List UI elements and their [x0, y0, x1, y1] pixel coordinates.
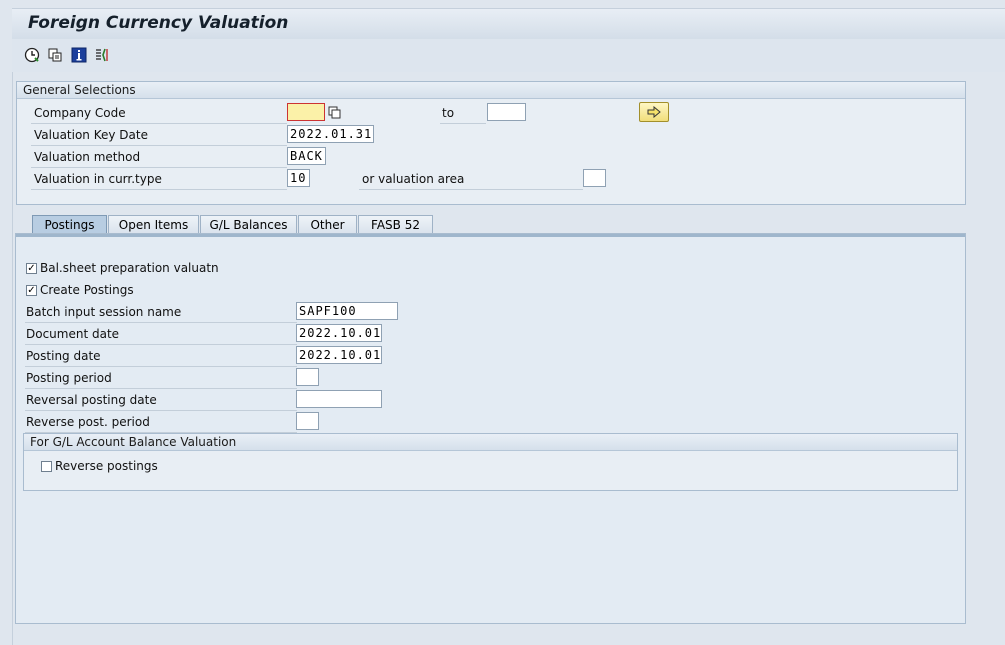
- execute-icon[interactable]: [24, 47, 40, 63]
- gl-balance-valuation-group: For G/L Account Balance Valuation Revers…: [23, 433, 958, 491]
- posting-period-input[interactable]: [296, 368, 319, 386]
- valuation-area-input[interactable]: [583, 169, 606, 187]
- group-title: For G/L Account Balance Valuation: [24, 434, 957, 451]
- valuation-method-label: Valuation method: [34, 150, 141, 164]
- tab-other[interactable]: Other: [298, 215, 357, 234]
- get-variant-icon[interactable]: [94, 47, 110, 63]
- company-code-to-input[interactable]: [487, 103, 526, 121]
- info-icon[interactable]: [71, 47, 87, 63]
- valuation-method-input[interactable]: BACK: [287, 147, 326, 165]
- tab-label: Other: [310, 218, 345, 232]
- posting-date-label: Posting date: [26, 349, 101, 363]
- create-postings-checkbox[interactable]: ✓: [26, 285, 37, 296]
- application-toolbar: [12, 39, 1005, 73]
- document-date-input[interactable]: 2022.10.01: [296, 324, 382, 342]
- to-label: to: [442, 106, 455, 120]
- valuation-area-label: or valuation area: [362, 172, 465, 186]
- posting-period-label: Posting period: [26, 371, 112, 385]
- valuation-curr-type-input[interactable]: 10: [287, 169, 310, 187]
- reverse-postings-label: Reverse postings: [55, 459, 158, 473]
- document-date-label: Document date: [26, 327, 120, 341]
- tab-label: Open Items: [118, 218, 189, 232]
- reverse-postings-checkbox[interactable]: [41, 461, 52, 472]
- reversal-posting-date-input[interactable]: [296, 390, 382, 408]
- tab-postings[interactable]: Postings: [32, 215, 107, 234]
- company-code-label: Company Code: [34, 106, 126, 120]
- posting-date-input[interactable]: 2022.10.01: [296, 346, 382, 364]
- batch-session-label: Batch input session name: [26, 305, 182, 319]
- page-title: Foreign Currency Valuation: [28, 13, 289, 33]
- tab-panel-top-border: [16, 234, 965, 237]
- valuation-key-date-label: Valuation Key Date: [34, 128, 148, 142]
- create-postings-label: Create Postings: [40, 283, 134, 297]
- tab-label: Postings: [44, 218, 95, 232]
- postings-tab-panel: ✓ Bal.sheet preparation valuatn ✓ Create…: [15, 233, 966, 624]
- reverse-post-period-input[interactable]: [296, 412, 319, 430]
- reverse-post-period-label: Reverse post. period: [26, 415, 150, 429]
- tab-label: FASB 52: [371, 218, 420, 232]
- tab-gl-balances[interactable]: G/L Balances: [200, 215, 297, 234]
- valuation-curr-type-label: Valuation in curr.type: [34, 172, 162, 186]
- batch-session-input[interactable]: SAPF100: [296, 302, 398, 320]
- multiple-selection-icon[interactable]: [328, 106, 341, 119]
- arrow-right-icon: [647, 106, 661, 118]
- general-selections-group: General Selections Company Code to Valua…: [16, 81, 966, 205]
- tab-label: G/L Balances: [209, 218, 288, 232]
- title-bar: Foreign Currency Valuation: [12, 8, 1005, 40]
- copy-variant-icon[interactable]: [47, 47, 63, 63]
- group-title: General Selections: [17, 82, 965, 99]
- company-code-input[interactable]: [287, 103, 325, 121]
- multiple-selection-button[interactable]: [639, 102, 669, 122]
- reversal-posting-date-label: Reversal posting date: [26, 393, 157, 407]
- valuation-key-date-input[interactable]: 2022.01.31: [287, 125, 374, 143]
- tab-fasb-52[interactable]: FASB 52: [358, 215, 433, 234]
- bal-sheet-checkbox[interactable]: ✓: [26, 263, 37, 274]
- tab-open-items[interactable]: Open Items: [108, 215, 199, 234]
- bal-sheet-label: Bal.sheet preparation valuatn: [40, 261, 219, 275]
